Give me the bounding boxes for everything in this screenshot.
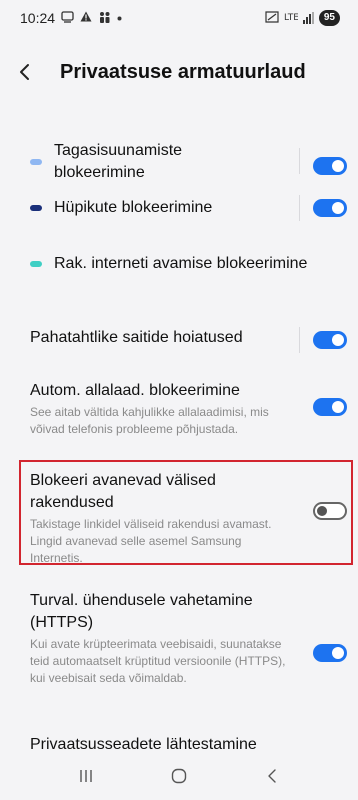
home-icon — [171, 768, 187, 784]
people-icon — [98, 11, 111, 26]
setting-malicious-site-warnings[interactable]: Pahatahtlike saitide hoiatused — [0, 327, 358, 353]
app-header: Privaatsuse armatuurlaud — [0, 52, 358, 92]
network-icon: LTE — [284, 10, 299, 26]
wifi-icon — [265, 10, 279, 26]
color-dot — [30, 159, 42, 165]
color-dot — [30, 205, 42, 211]
setting-title: Pahatahtlike saitide hoiatused — [30, 329, 243, 346]
setting-title: Hüpikute blokeerimine — [54, 199, 213, 216]
toggle-https-upgrade[interactable] — [313, 644, 347, 662]
toggle-auto-download-blocking[interactable] — [313, 398, 347, 416]
setting-title: Rak. interneti avamise blokeerimine — [54, 255, 308, 272]
battery-indicator: 95 — [318, 10, 340, 26]
color-dot — [30, 261, 42, 267]
divider — [299, 327, 300, 353]
back-nav-button[interactable] — [252, 756, 292, 796]
setting-title: Tagasisuunamiste blokeerimine — [54, 142, 183, 181]
recents-button[interactable] — [66, 756, 106, 796]
divider — [299, 195, 300, 221]
setting-title: Turval. ühendusele vahetamine (HTTPS) — [30, 592, 253, 631]
setting-description: See aitab vältida kahjulikke allalaadimi… — [30, 405, 269, 436]
warning-icon — [80, 11, 92, 25]
chevron-left-icon — [267, 769, 276, 783]
setting-redirect-blocking[interactable]: Tagasisuunamiste blokeerimine — [0, 137, 358, 187]
toggle-redirect-blocking[interactable] — [313, 157, 347, 175]
setting-auto-download-blocking[interactable]: Autom. allalaad. blokeerimine See aitab … — [0, 380, 358, 440]
toggle-popup-blocking[interactable] — [313, 199, 347, 217]
setting-title: Autom. allalaad. blokeerimine — [30, 382, 240, 399]
cast-icon — [61, 10, 74, 26]
divider — [299, 148, 300, 174]
dot-icon — [117, 12, 122, 24]
setting-popup-blocking[interactable]: Hüpikute blokeerimine — [0, 195, 358, 221]
setting-description: Takistage linkidel väliseid rakendusi av… — [30, 517, 272, 565]
setting-app-open-blocking[interactable]: Rak. interneti avamise blokeerimine — [0, 251, 358, 277]
status-time: 10:24 — [20, 10, 56, 26]
back-button[interactable] — [18, 52, 58, 92]
recents-icon — [80, 770, 93, 782]
system-nav-bar — [0, 752, 358, 800]
signal-icon — [302, 12, 314, 24]
setting-block-external-apps[interactable]: Blokeeri avanevad välised rakendused Tak… — [0, 470, 358, 565]
setting-reset-privacy[interactable]: Privaatsusseadete lähtestamine — [0, 734, 358, 752]
toggle-malicious-site-warnings[interactable] — [313, 331, 347, 349]
status-bar: 10:24 LTE 95 — [0, 0, 358, 36]
setting-description: Kui avate krüpteerimata veebisaidi, suun… — [30, 637, 286, 685]
svg-text:LTE: LTE — [284, 13, 298, 23]
home-button[interactable] — [159, 756, 199, 796]
chevron-left-icon — [20, 64, 29, 80]
setting-title: Privaatsusseadete lähtestamine — [30, 736, 257, 752]
page-title: Privaatsuse armatuurlaud — [60, 60, 306, 83]
setting-https-upgrade[interactable]: Turval. ühendusele vahetamine (HTTPS) Ku… — [0, 590, 358, 710]
setting-title: Blokeeri avanevad välised rakendused — [30, 472, 216, 511]
toggle-block-external-apps[interactable] — [313, 502, 347, 520]
